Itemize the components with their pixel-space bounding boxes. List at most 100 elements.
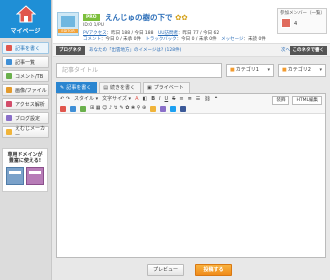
font-size-label: 文字サイズ [102,96,127,102]
sidebar-item-emoji-maker[interactable]: えむじメーカー [2,126,49,139]
html-edit-button[interactable]: HTML編集 [292,96,322,105]
sidebar-item-analytics[interactable]: アクセス解析 [2,98,49,110]
category1-label: カテゴリ1 [235,67,259,73]
pencil-icon [6,45,12,51]
blog-header: EDITOR PRO えんじゅの樹の下で ✿✿ ID:0 1/PU PVアクセス… [53,0,330,44]
font-style-select[interactable]: スタイル ▾ [74,96,98,103]
post-button[interactable]: 投稿する [195,264,232,276]
sidebar-item-list[interactable]: 記事一覧 [2,56,49,68]
ad-text-2: 豊富に使える! [8,158,42,164]
comment-value: ：今日 0 / 未承 0件 [101,37,141,42]
insert-icons[interactable]: ⊞ ▦ ☺ ♪ ↯ ✎ ✿ ❀ ⚲ ⊕ [90,105,146,112]
house-icon [16,5,36,23]
category2-select[interactable]: ■カテゴリ2 ▾ [278,64,326,77]
article-title-input[interactable]: 記事タイトル [56,63,222,78]
tab-continue[interactable]: ▤ 続きを書く [99,82,141,93]
decor-button[interactable]: 装飾 [272,96,290,105]
folder-icon: ■ [230,67,235,73]
tab-private[interactable]: ▣ プライベート [142,82,190,93]
italic-icon[interactable]: I [159,96,160,103]
mypage-logo[interactable]: マイページ [0,0,51,38]
building-icon [26,167,44,185]
gear-icon [6,115,12,121]
comment-link[interactable]: コメント [83,37,101,42]
category1-select[interactable]: ■カテゴリ1 ▾ [226,64,274,77]
sidebar-item-label: えむじメーカー [15,126,46,139]
chevron-down-icon: ▾ [319,67,322,73]
blog-avatar[interactable]: EDITOR [57,12,79,36]
stats-row-feedback: コメント：今日 0 / 未承 0件 トラックバック：今日 0 / 未承 0件 メ… [83,36,266,42]
tab-label: 記事を書く [66,85,92,91]
avatar-label: EDITOR [58,29,78,33]
member-title: 参加メンバー（一覧） [280,11,325,16]
video-insert-icon[interactable] [80,105,86,112]
sidebar-nav: 記事を書く 記事一覧 コメント/TB 画像/ファイル アクセス解析 ブログ設定 … [0,42,51,139]
action-buttons: プレビュー 投稿する [53,264,330,278]
logo-text: マイページ [10,28,41,35]
blog-neta-label: ブログネタ [56,46,85,55]
ad-image [3,167,47,185]
domain-ad-banner[interactable]: 専用ドメインが 豊富に使える! [2,148,48,192]
sidebar-item-settings[interactable]: ブログ設定 [2,112,49,124]
facebook-icon[interactable] [180,105,187,112]
toolbar-right: 装飾 HTML編集 [272,96,322,105]
highlight-icon[interactable]: ◧ [142,96,147,103]
map-icon[interactable] [160,105,167,112]
twitter-icon[interactable] [170,105,177,112]
trackback-value: ：今日 0 / 未承 0件 [176,37,217,42]
sidebar-item-write[interactable]: 記事を書く [2,42,49,54]
building-icon [6,167,24,185]
quote-icon[interactable]: ❝ [215,96,218,103]
pencil-icon: ✎ [60,85,65,91]
sidebar-item-images[interactable]: 画像/ファイル [2,84,49,96]
link-icon[interactable]: ⛓ [204,96,210,103]
sidebar-item-comments[interactable]: コメント/TB [2,70,49,82]
toolbar-row-1: ↶ ↷ スタイル ▾ 文字サイズ ▾ A ◧ B I U S ≡ ≣ ☰ ⛓ ❝ [60,96,217,103]
align-left-icon[interactable]: ≡ [179,96,183,103]
blog-title-text: えんじゅの樹の下で [105,13,173,22]
image-insert-icon[interactable] [60,105,66,112]
editor-area: ↶ ↷ スタイル ▾ 文字サイズ ▾ A ◧ B I U S ≡ ≣ ☰ ⛓ ❝… [56,93,326,258]
trackback-link[interactable]: トラックバック [145,37,176,42]
preview-button[interactable]: プレビュー [147,264,184,276]
align-right-icon[interactable]: ☰ [196,96,200,103]
comment-icon [6,73,12,79]
sidebar-item-label: アクセス解析 [15,101,45,108]
message-value: ：未読 0件 [243,37,266,42]
doc-icon: ▤ [103,85,108,91]
chart-icon [6,101,12,107]
editor-body[interactable] [57,115,325,257]
blog-title[interactable]: えんじゅの樹の下で ✿✿ [105,12,188,23]
folder-icon: ■ [282,67,287,73]
category2-label: カテゴリ2 [287,67,311,73]
text-color-icon[interactable]: A [135,96,138,103]
font-size-select[interactable]: 文字サイズ ▾ [102,96,131,103]
underline-icon[interactable]: U [165,96,169,103]
sparkle-icon: ✿✿ [175,13,188,22]
write-with-neta-button[interactable]: このネタで書く [289,46,327,55]
tab-write[interactable]: ✎ 記事を書く [56,82,98,93]
bold-icon[interactable]: B [151,96,155,103]
member-avatar[interactable] [281,18,291,28]
blog-id: ID:0 1/PU [83,23,104,28]
chevron-down-icon: ▾ [267,67,270,73]
strike-icon[interactable]: S [172,96,175,103]
file-insert-icon[interactable] [70,105,76,112]
sidebar-item-label: ブログ設定 [15,115,41,122]
emoji-icon[interactable] [150,105,157,112]
list-icon [6,59,12,65]
sidebar-item-label: 画像/ファイル [15,87,47,94]
align-center-icon[interactable]: ≣ [188,96,192,103]
blog-neta-topic[interactable]: あなたの「出雲地方」のイメージは? (128件) [89,47,181,53]
editor-main: 記事タイトル ■カテゴリ1 ▾ ■カテゴリ2 ▾ ✎ 記事を書く ▤ 続きを書く ▣… [53,58,330,280]
toolbar-row-2: ⊞ ▦ ☺ ♪ ↯ ✎ ✿ ❀ ⚲ ⊕ [60,105,187,112]
title-row: 記事タイトル ■カテゴリ1 ▾ ■カテゴリ2 ▾ [56,63,326,78]
sidebar-item-label: 記事を書く [15,45,41,52]
avatar-image [61,16,75,27]
message-link[interactable]: メッセージ [221,37,243,42]
lock-icon: ▣ [146,85,152,91]
undo-redo-icons[interactable]: ↶ ↷ [60,96,70,103]
blog-neta-bar: ブログネタ あなたの「出雲地方」のイメージは? (128件) 次へ | 非表 こ… [53,44,330,57]
smile-icon [6,129,12,135]
member-box[interactable]: 参加メンバー（一覧） 4 [277,8,327,34]
